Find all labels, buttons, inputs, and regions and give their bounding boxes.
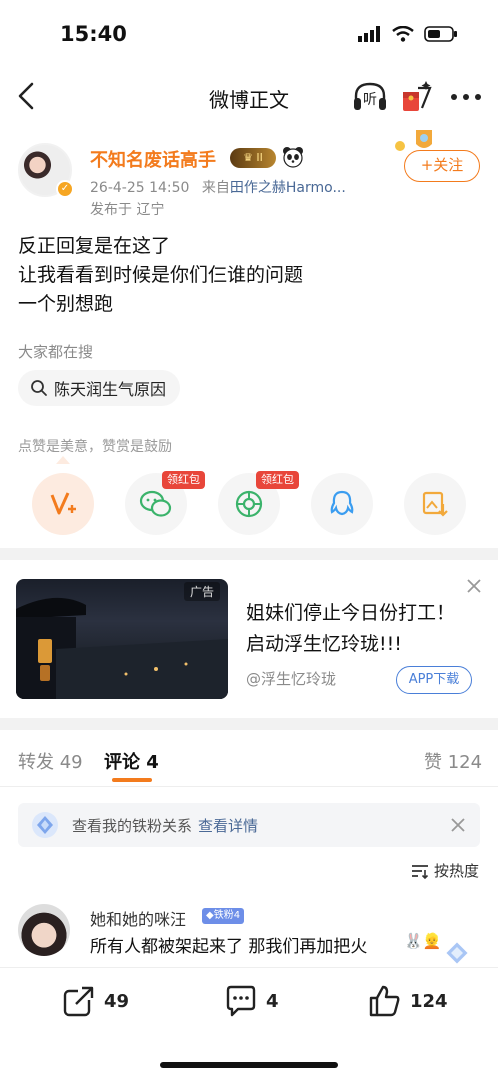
moments-red-tag: 领红包 <box>256 471 299 489</box>
share-icon <box>63 984 96 1017</box>
comment-count: 4 <box>266 990 279 1012</box>
reward-button[interactable] <box>32 473 94 535</box>
more-icon[interactable] <box>450 92 482 102</box>
author-name[interactable]: 不知名废话高手 <box>90 146 216 172</box>
ad-line: 姐妹们停止今日份打工！ <box>246 602 456 624</box>
hot-search-title: 大家都在搜 <box>18 343 94 361</box>
repost-button[interactable]: 49 <box>62 984 129 1018</box>
tab-underline <box>112 778 152 782</box>
home-indicator <box>160 1062 338 1068</box>
verified-badge: ✓ <box>56 180 74 198</box>
vip-badge: ♛ II <box>230 148 276 168</box>
source-prefix: 来自 <box>201 180 230 196</box>
sort-button[interactable]: 按热度 <box>410 860 479 881</box>
wechat-red-tag: 领红包 <box>162 471 205 489</box>
wechat-icon <box>139 490 172 517</box>
comment-icon <box>226 985 256 1017</box>
panda-icon <box>283 147 303 168</box>
fan-relationship-banner[interactable]: 查看我的铁粉关系 查看详情 <box>18 803 480 847</box>
sort-icon <box>412 864 429 879</box>
post-body: 反正回复是在这了 让我看看到时候是你们仨谁的问题 一个别想跑 <box>18 232 303 319</box>
fan-banner-link[interactable]: 查看详情 <box>198 815 258 836</box>
post-timestamp: 26-4-25 14:50 <box>90 180 190 196</box>
comment-text: 所有人都被架起来了 那我们再加把火 <box>90 937 368 957</box>
battery-icon <box>424 26 457 42</box>
commenter-name[interactable]: 她和她的咪汪 <box>90 906 186 930</box>
repost-count: 49 <box>104 990 130 1012</box>
reward-v-icon <box>50 492 76 515</box>
diamond-icon <box>443 939 471 967</box>
like-button[interactable]: 124 <box>368 984 448 1018</box>
close-icon[interactable] <box>448 815 468 835</box>
ad-line: 启动浮生忆玲珑!!! <box>246 633 402 655</box>
save-image-button[interactable] <box>404 473 466 535</box>
post-line: 反正回复是在这了 <box>18 235 171 257</box>
ad-tag: 广告 <box>184 582 221 601</box>
listen-button[interactable]: 听 <box>352 80 388 114</box>
tab-repost[interactable]: 转发 49 <box>18 748 83 774</box>
thumbs-up-icon <box>369 985 400 1017</box>
fan-banner-text: 查看我的铁粉关系 <box>72 816 193 835</box>
signal-icon <box>358 26 380 42</box>
ad-account[interactable]: @浮生忆玲珑 <box>246 668 336 689</box>
close-icon[interactable] <box>464 576 484 596</box>
tab-comments[interactable]: 评论 4 <box>104 748 159 774</box>
search-icon <box>31 380 47 396</box>
sort-label: 按热度 <box>434 862 480 880</box>
post-line: 让我看看到时候是你们仨谁的问题 <box>18 264 304 286</box>
comment-button[interactable]: 4 <box>224 984 279 1018</box>
tab-likes[interactable]: 赞 124 <box>424 748 482 774</box>
section-divider <box>0 548 498 560</box>
post-meta: 26-4-25 14:50 来自田作之赫Harmo... <box>90 177 346 197</box>
post-location: 发布于 辽宁 <box>90 202 165 218</box>
share-qq-button[interactable] <box>311 473 373 535</box>
qq-icon <box>330 490 354 516</box>
post-line: 一个别想跑 <box>18 293 114 315</box>
comment-emoji: 🐰👱 <box>404 932 442 950</box>
fan-level-badge: ◆铁粉4 <box>202 908 245 924</box>
hot-search-chip[interactable]: 陈天润生气原因 <box>18 370 181 406</box>
like-count: 124 <box>410 990 448 1012</box>
follow-button[interactable]: +关注 <box>404 150 480 182</box>
like-hint: 点赞是美意，赞赏是鼓励 <box>18 439 172 455</box>
divider <box>0 786 498 787</box>
section-divider <box>0 718 498 730</box>
hint-arrow <box>56 456 70 464</box>
ad-headline[interactable]: 姐妹们停止今日份打工！ 启动浮生忆玲珑!!! <box>246 598 455 660</box>
status-time: 15:40 <box>60 22 127 46</box>
hot-search-text: 陈天润生气原因 <box>54 380 167 399</box>
save-image-icon <box>422 491 448 517</box>
wifi-icon <box>392 26 414 42</box>
diamond-icon <box>32 812 58 838</box>
red-packet-icon[interactable] <box>400 78 436 114</box>
status-icons <box>358 26 458 42</box>
commenter-avatar[interactable] <box>18 904 70 956</box>
app-download-button[interactable]: APP下载 <box>396 666 472 694</box>
post-source[interactable]: 田作之赫Harmo... <box>230 180 346 196</box>
listen-label: 听 <box>363 92 377 108</box>
moments-icon <box>235 490 263 518</box>
